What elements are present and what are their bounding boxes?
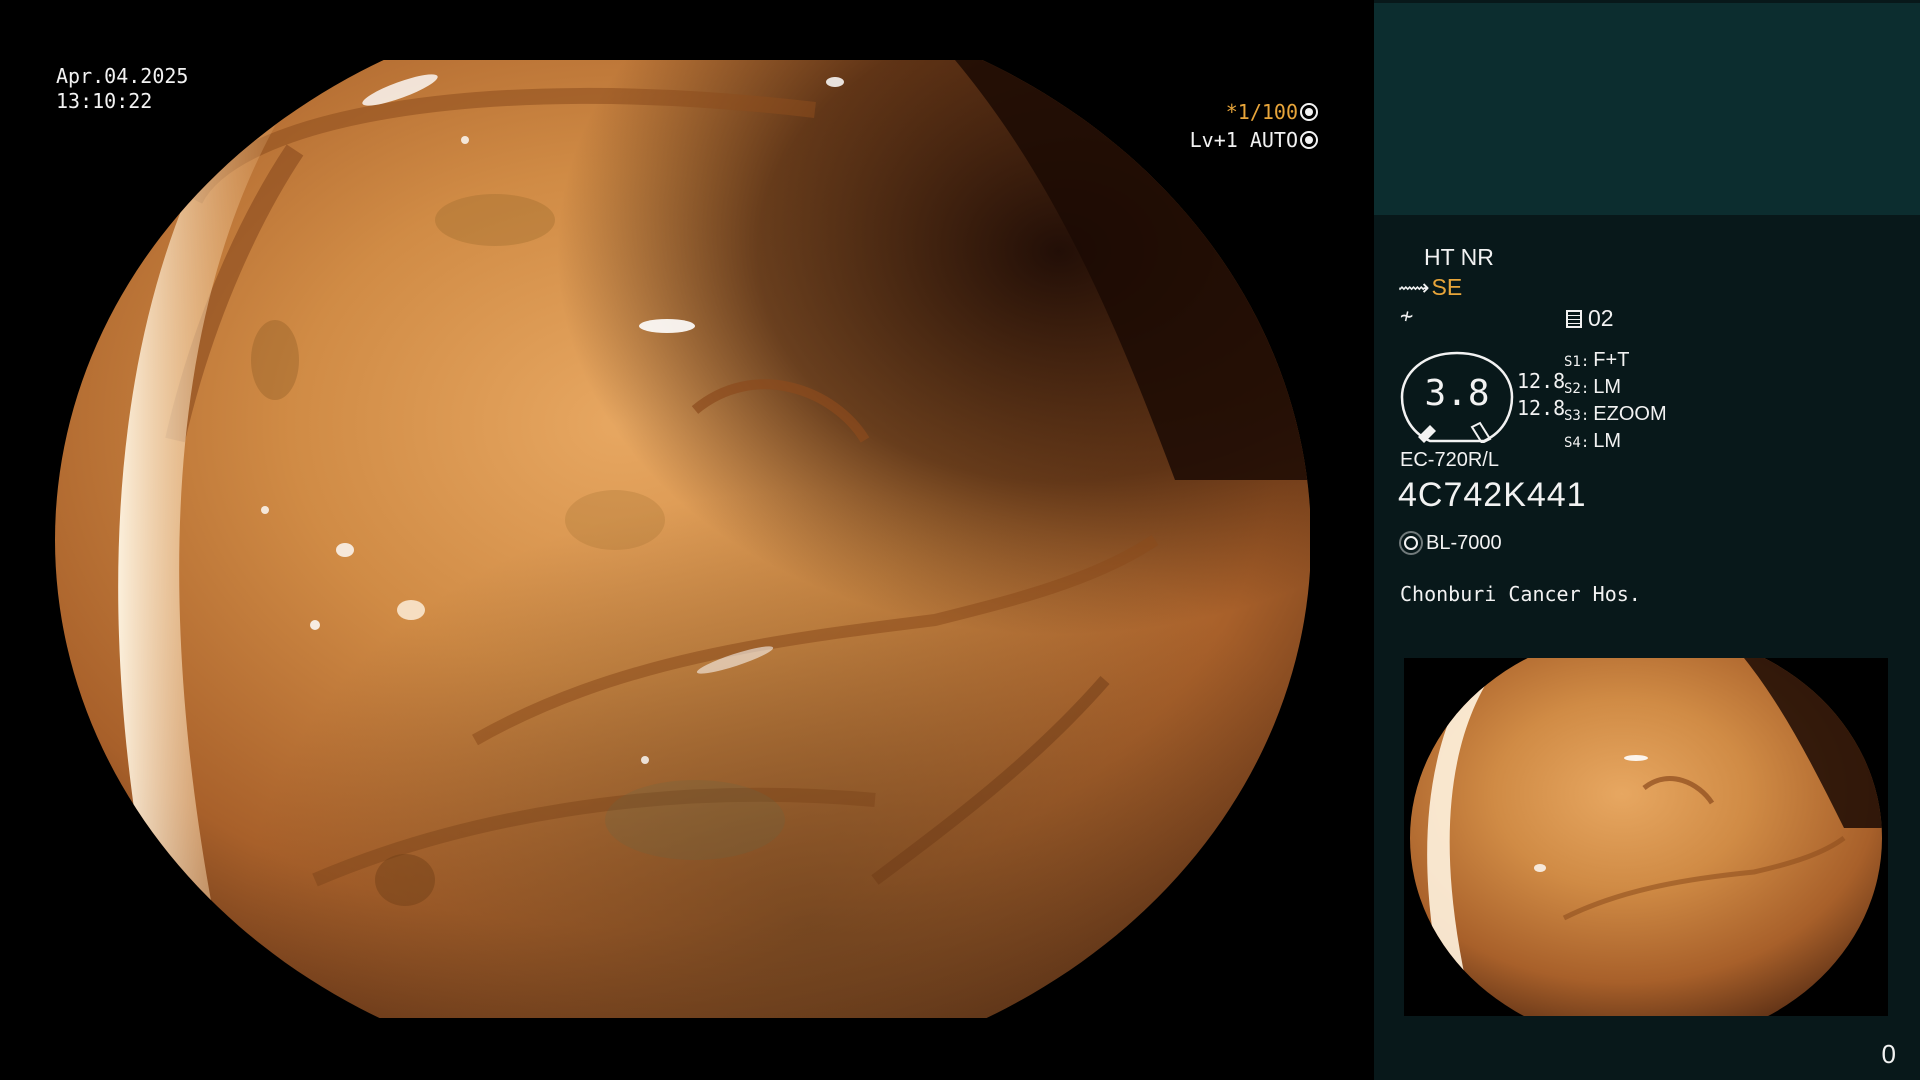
- color-enhance-icon: ≁: [1400, 304, 1414, 329]
- scope-setting-s2: S2: LM: [1564, 376, 1622, 398]
- shutter-row: *1/100: [1190, 98, 1318, 126]
- date-text: Apr.04.2025: [56, 64, 189, 88]
- time-text: 13:10:22: [56, 89, 153, 113]
- info-panel: HT NR ⟿SE ≁ 02 3.8 12.8 12.8 S1: F+T S2: L…: [1374, 0, 1920, 1080]
- structure-enhance-icon: ⟿: [1398, 275, 1430, 300]
- shutter-speed-text: *1/100: [1225, 100, 1298, 124]
- light-source-row: BL-7000: [1400, 532, 1502, 555]
- scope-model: EC-720R/L: [1400, 449, 1499, 471]
- light-source: BL-7000: [1426, 532, 1502, 554]
- image-counter: 0: [1881, 1039, 1896, 1069]
- enhancement-mode-row: ⟿SE: [1398, 274, 1462, 301]
- gauge-numbers: 12.8 12.8: [1517, 368, 1565, 422]
- endoscopic-main-view: [55, 60, 1310, 1018]
- date-time-overlay: Apr.04.2025 13:10:22: [56, 64, 188, 114]
- scope-setting-s4: S4: LM: [1564, 430, 1622, 452]
- gauge-number-1: 12.8: [1517, 369, 1566, 393]
- gauge-number-2: 12.8: [1517, 396, 1566, 420]
- enhancement-mode: SE: [1431, 274, 1463, 300]
- light-source-icon: [1404, 536, 1418, 550]
- scope-setting-s3: S3: EZOOM: [1564, 403, 1667, 425]
- shutter-icon: [1300, 103, 1318, 121]
- scope-serial: 4C742K441: [1398, 476, 1587, 514]
- memory-slot-row: 02: [1566, 305, 1614, 332]
- iris-row: Lv+1 AUTO: [1190, 126, 1318, 154]
- thumbnail-image: [1410, 658, 1882, 1016]
- gauge-value: 3.8: [1424, 373, 1490, 414]
- panel-header-area: [1374, 3, 1920, 215]
- scope-switch-settings: S1: F+T S2: LM S3: EZOOM S4: LM: [1564, 348, 1667, 456]
- endoscopy-monitor: Apr.04.2025 13:10:22 *1/100 Lv+1 AUTO HT…: [0, 0, 1920, 1080]
- iris-icon: [1300, 131, 1318, 149]
- scope-setting-s1: S1: F+T: [1564, 349, 1630, 371]
- thumbnail-view: [1404, 658, 1888, 1016]
- endoscopic-image: [55, 60, 1310, 1018]
- exposure-info: *1/100 Lv+1 AUTO: [1190, 98, 1318, 154]
- memory-icon: [1566, 310, 1582, 328]
- processing-mode: HT NR: [1424, 244, 1494, 270]
- memory-slot: 02: [1588, 305, 1614, 331]
- hospital-name: Chonburi Cancer Hos.: [1400, 582, 1641, 606]
- iris-mode-text: Lv+1 AUTO: [1189, 128, 1298, 152]
